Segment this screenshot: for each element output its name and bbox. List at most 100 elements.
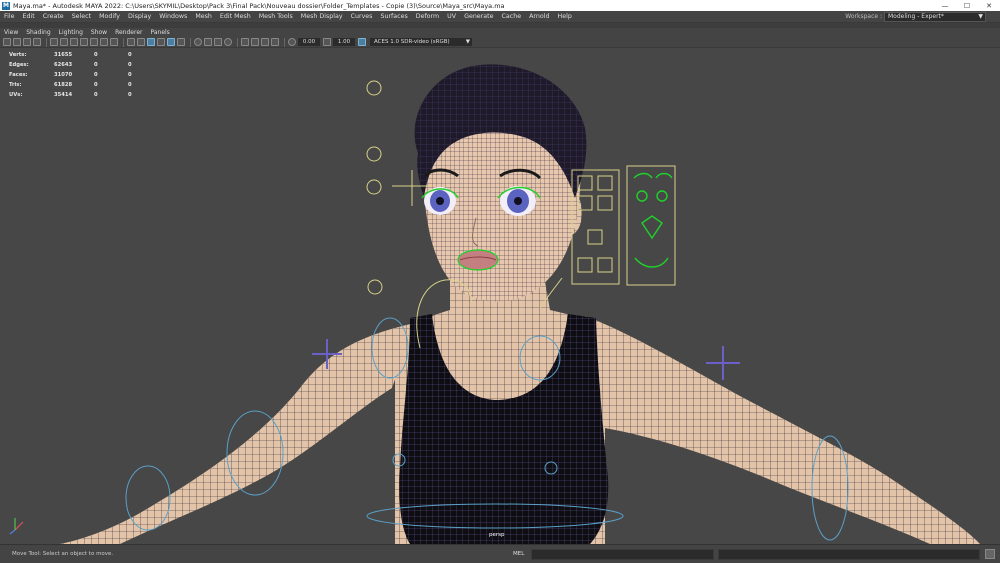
panel-menu-renderer[interactable]: Renderer — [111, 29, 146, 36]
workspace-value: Modeling - Expert* — [888, 13, 944, 20]
menu-select[interactable]: Select — [68, 13, 95, 20]
xray-icon[interactable] — [251, 38, 259, 46]
hud-value: 0 — [128, 72, 132, 78]
menu-edit-mesh[interactable]: Edit Mesh — [216, 13, 255, 20]
menu-cache[interactable]: Cache — [497, 13, 525, 20]
exposure-field[interactable]: 0.00 — [298, 38, 320, 46]
isolate-select-icon[interactable] — [241, 38, 249, 46]
persp-viewport[interactable]: Verts: 31655 0 0 Edges: 62643 0 0 Faces:… — [0, 48, 1000, 544]
menu-modify[interactable]: Modify — [95, 13, 124, 20]
hud-value: 0 — [128, 92, 132, 98]
menu-windows[interactable]: Windows — [155, 13, 191, 20]
panel-menu-show[interactable]: Show — [87, 29, 111, 36]
select-camera-icon[interactable] — [3, 38, 11, 46]
menu-file[interactable]: File — [0, 13, 19, 20]
menu-surfaces[interactable]: Surfaces — [376, 13, 411, 20]
status-line: Move Tool: Select an object to move. MEL — [0, 544, 1000, 563]
wireframe-icon[interactable] — [127, 38, 135, 46]
menu-display[interactable]: Display — [124, 13, 155, 20]
hud-row-uvs: UVs: 35414 0 0 — [9, 90, 148, 100]
panel-menu-panels[interactable]: Panels — [146, 29, 173, 36]
bookmark-icon[interactable] — [23, 38, 31, 46]
gamma-field[interactable]: 1.00 — [333, 38, 355, 46]
hud-row-edges: Edges: 62643 0 0 — [9, 60, 148, 70]
panel-menu-lighting[interactable]: Lighting — [55, 29, 87, 36]
grid-icon[interactable] — [50, 38, 58, 46]
toolbar-separator — [46, 37, 47, 47]
hud-value: 0 — [128, 82, 132, 88]
wireframe-on-shaded-icon[interactable] — [147, 38, 155, 46]
panel-menu-shading[interactable]: Shading — [22, 29, 54, 36]
hud-row-verts: Verts: 31655 0 0 — [9, 50, 148, 60]
hud-value: 0 — [94, 52, 98, 58]
hud-value: 0 — [128, 62, 132, 68]
maya-app-icon[interactable]: M — [2, 1, 10, 10]
poly-count-hud: Verts: 31655 0 0 Edges: 62643 0 0 Faces:… — [9, 50, 148, 100]
scene-render — [9, 64, 980, 544]
panel-menu-view[interactable]: View — [0, 29, 22, 36]
anti-aliasing-icon[interactable] — [214, 38, 222, 46]
hud-value: 31070 — [54, 72, 73, 78]
safe-action-icon[interactable] — [100, 38, 108, 46]
mel-result-field — [718, 549, 980, 560]
shadows-icon[interactable] — [177, 38, 185, 46]
window-title: Maya.ma* - Autodesk MAYA 2022: C:\Users\… — [13, 1, 505, 10]
menu-arnold[interactable]: Arnold — [525, 13, 553, 20]
exposure-icon[interactable] — [288, 38, 296, 46]
gamma-icon[interactable] — [323, 38, 331, 46]
mel-label[interactable]: MEL — [513, 551, 524, 557]
hud-value: 0 — [94, 82, 98, 88]
menu-uv[interactable]: UV — [443, 13, 460, 20]
backface-culling-icon[interactable] — [271, 38, 279, 46]
resolution-gate-icon[interactable] — [70, 38, 78, 46]
safe-title-icon[interactable] — [110, 38, 118, 46]
chevron-down-icon: ▼ — [465, 39, 470, 45]
script-editor-icon[interactable] — [985, 549, 995, 559]
use-all-lights-icon[interactable] — [167, 38, 175, 46]
textured-icon[interactable] — [157, 38, 165, 46]
ambient-occlusion-icon[interactable] — [194, 38, 202, 46]
panel-toolbar: 0.00 1.00 ACES 1.0 SDR-video (sRGB) ▼ — [0, 37, 1000, 48]
xray-joints-icon[interactable] — [261, 38, 269, 46]
main-menu-bar: File Edit Create Select Modify Display W… — [0, 11, 1000, 23]
chevron-down-icon: ▼ — [978, 13, 983, 20]
hud-value: 0 — [128, 52, 132, 58]
close-button[interactable]: ✕ — [978, 2, 1000, 10]
workspace-dropdown[interactable]: Modeling - Expert* ▼ — [884, 12, 986, 22]
hud-label: Tris: — [9, 82, 22, 88]
film-gate-icon[interactable] — [60, 38, 68, 46]
image-plane-icon[interactable] — [33, 38, 41, 46]
menu-help[interactable]: Help — [553, 13, 575, 20]
menu-edit[interactable]: Edit — [19, 13, 39, 20]
minimize-button[interactable]: — — [934, 2, 956, 10]
menu-mesh-display[interactable]: Mesh Display — [297, 13, 347, 20]
smooth-shade-icon[interactable] — [137, 38, 145, 46]
field-chart-icon[interactable] — [90, 38, 98, 46]
menu-mesh[interactable]: Mesh — [191, 13, 216, 20]
toolbar-separator — [190, 37, 191, 47]
hud-value: 0 — [94, 72, 98, 78]
menu-mesh-tools[interactable]: Mesh Tools — [255, 13, 297, 20]
camera-attributes-icon[interactable] — [13, 38, 21, 46]
gate-mask-icon[interactable] — [80, 38, 88, 46]
menu-deform[interactable]: Deform — [412, 13, 443, 20]
view-transform-dropdown[interactable]: ACES 1.0 SDR-video (sRGB) ▼ — [370, 38, 472, 46]
menu-curves[interactable]: Curves — [347, 13, 377, 20]
maximize-button[interactable]: ☐ — [956, 2, 978, 10]
menu-create[interactable]: Create — [39, 13, 68, 20]
hud-row-faces: Faces: 31070 0 0 — [9, 70, 148, 80]
hud-value: 35414 — [54, 92, 73, 98]
toolbar-separator — [237, 37, 238, 47]
title-bar: M Maya.ma* - Autodesk MAYA 2022: C:\User… — [0, 0, 1000, 11]
mel-command-input[interactable] — [531, 549, 714, 560]
menu-generate[interactable]: Generate — [460, 13, 497, 20]
hud-value: 0 — [94, 92, 98, 98]
depth-of-field-icon[interactable] — [224, 38, 232, 46]
hud-label: Faces: — [9, 72, 28, 78]
workspace-label: Workspace : — [845, 13, 882, 20]
hud-label: UVs: — [9, 92, 23, 98]
motion-blur-icon[interactable] — [204, 38, 212, 46]
color-management-icon[interactable] — [358, 38, 366, 46]
panel-menu-bar: View Shading Lighting Show Renderer Pane… — [0, 28, 1000, 37]
hud-value: 61828 — [54, 82, 73, 88]
